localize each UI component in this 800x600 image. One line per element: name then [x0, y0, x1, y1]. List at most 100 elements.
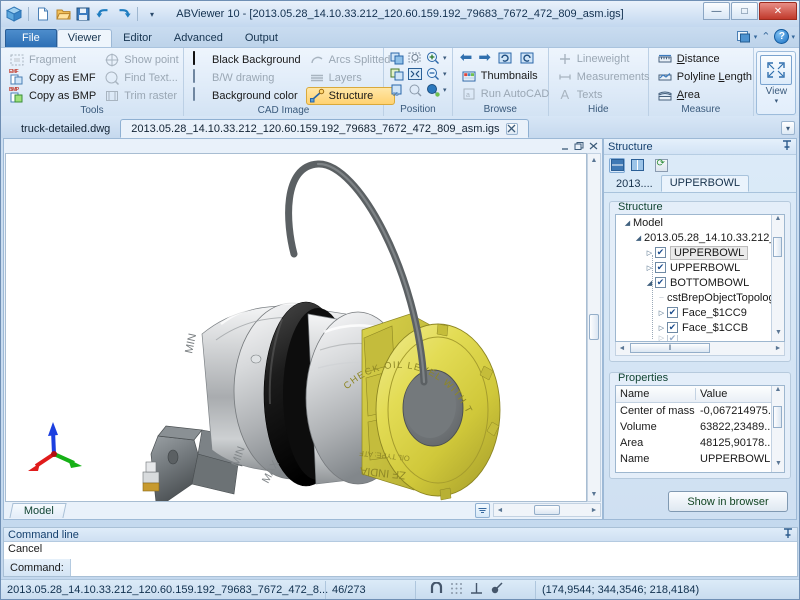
canvas-scroll-right-button[interactable]: ► [588, 507, 600, 514]
minimize-button[interactable]: — [703, 2, 730, 20]
tree-scroll-down-button[interactable]: ▼ [772, 329, 784, 341]
new-file-icon[interactable] [34, 5, 52, 23]
ribbon-item-layers[interactable]: Layers [306, 69, 396, 87]
tab-advanced[interactable]: Advanced [163, 29, 234, 47]
tree-node-partial[interactable]: ▷ ✔ [616, 335, 784, 341]
app-cube-icon[interactable] [5, 5, 23, 23]
prev-arrow-icon[interactable]: ⬅ [460, 50, 473, 66]
structure-panel-pin-icon[interactable] [782, 139, 792, 154]
view-button[interactable]: View ▾ [756, 50, 797, 115]
canvas-hscroll-thumb[interactable] [534, 505, 560, 515]
undo-icon[interactable] [94, 5, 112, 23]
tree-node-face-1cc9[interactable]: ▷ ✔ Face_$1CC9 [616, 305, 784, 320]
tree-twisty-icon[interactable]: ▷ [656, 324, 667, 332]
properties-vertical-scrollbar[interactable]: ▲ ▼ [771, 386, 784, 472]
tree-checkbox[interactable]: ✔ [655, 247, 666, 258]
canvas-vscroll-thumb[interactable] [589, 314, 599, 340]
doc-tab-close-icon[interactable] [505, 122, 518, 135]
tree-twisty-icon[interactable]: ◢ [644, 279, 655, 287]
properties-row[interactable]: Area 48125,90178... [616, 435, 784, 451]
ribbon-item-run-autocad[interactable]: a Run AutoCAD [458, 85, 549, 103]
layout-list-button[interactable] [475, 502, 490, 518]
tree-horizontal-scrollbar[interactable]: ◄ ‖ ► [615, 342, 785, 356]
ribbon-item-show-point[interactable]: Show point [101, 51, 183, 69]
ribbon-item-thumbnails[interactable]: Thumbnails [458, 67, 543, 85]
tree-checkbox[interactable]: ✔ [667, 322, 678, 333]
tree-scroll-left-button[interactable]: ◄ [616, 345, 628, 352]
tree-checkbox[interactable]: ✔ [667, 335, 678, 341]
save-icon[interactable] [74, 5, 92, 23]
ortho-icon[interactable] [470, 582, 483, 598]
reload-all-icon[interactable] [519, 50, 535, 66]
model-layout-tab[interactable]: Model [9, 502, 67, 518]
rotate-icon[interactable]: 35 [389, 82, 405, 98]
tree-node-upperbowl-2[interactable]: ▷ ✔ UPPERBOWL [616, 260, 784, 275]
ribbon-item-texts[interactable]: A Texts [554, 86, 643, 104]
canvas-scroll-left-button[interactable]: ◄ [494, 507, 506, 514]
ribbon-item-black-background[interactable]: Black Background [189, 51, 306, 69]
tree-node-file[interactable]: ◢ 2013.05.28_14.10.33.212_120.6 [616, 230, 784, 245]
tree-checkbox[interactable]: ✔ [655, 277, 666, 288]
zoom-out-icon[interactable] [425, 66, 441, 82]
ribbon-item-polyline-length[interactable]: Polyline Length [654, 68, 752, 86]
reload-icon[interactable] [497, 50, 513, 66]
ribbon-item-distance[interactable]: Distance [654, 50, 748, 68]
ribbon-item-structure[interactable]: Structure [305, 87, 396, 105]
canvas-vertical-scrollbar[interactable]: ▲ ▼ [587, 153, 601, 502]
ribbon-item-find-text[interactable]: Find Text... [101, 69, 183, 87]
drawing-canvas[interactable]: MIN MIN MAX CHECK OIL LEVEL WITH T ZF IN… [5, 153, 587, 502]
tab-file[interactable]: File [5, 29, 57, 47]
tree-node-upperbowl-1[interactable]: ▷ ✔ UPPERBOWL [616, 245, 784, 260]
tree-checkbox[interactable]: ✔ [655, 262, 666, 273]
tree-checkbox[interactable]: ✔ [667, 307, 678, 318]
tree-node-bottombowl[interactable]: ◢ ✔ BOTTOMBOWL [616, 275, 784, 290]
vertical-split-icon[interactable] [629, 158, 645, 173]
tree-twisty-icon[interactable]: ▷ [644, 264, 655, 272]
properties-scroll-down-button[interactable]: ▼ [772, 460, 784, 472]
canvas-scroll-down-button[interactable]: ▼ [588, 488, 600, 501]
tree-node-model[interactable]: ◢ Model [616, 215, 784, 230]
tab-output[interactable]: Output [234, 29, 289, 47]
maximize-button[interactable]: □ [731, 2, 758, 20]
structure-subtab-upperbowl[interactable]: UPPERBOWL [660, 175, 749, 192]
tree-node-cstbrep[interactable]: ┈ cstBrepObjectTopolog [616, 290, 784, 305]
grid-icon[interactable] [450, 582, 463, 598]
osnap-icon[interactable] [430, 580, 443, 598]
properties-vscroll-thumb[interactable] [773, 406, 782, 428]
doc-tab-truck-detailed[interactable]: truck-detailed.dwg [11, 119, 120, 138]
properties-table[interactable]: Name Value Center of mass -0,067214975..… [615, 385, 785, 473]
horizontal-split-icon[interactable] [609, 157, 625, 173]
zoom-out-caret-icon[interactable]: ▾ [443, 70, 447, 78]
canvas-horizontal-scrollbar[interactable]: ◄ ► [493, 503, 601, 517]
mdi-minimize-icon[interactable] [560, 141, 571, 153]
ribbon-item-area[interactable]: Area [654, 86, 748, 104]
ribbon-item-copy-as-emf[interactable]: EMF Copy as EMF [6, 69, 101, 87]
properties-row[interactable]: Center of mass -0,067214975... [616, 403, 784, 419]
mdi-restore-icon[interactable] [574, 141, 585, 153]
redo-icon[interactable] [114, 5, 132, 23]
properties-scroll-up-button[interactable]: ▲ [772, 386, 784, 398]
mdi-close-icon[interactable] [588, 141, 599, 153]
fit-all-icon[interactable] [407, 66, 423, 82]
customize-qat-icon[interactable]: ▾ [143, 5, 161, 23]
structure-subtab-file[interactable]: 2013.... [608, 177, 661, 192]
tree-twisty-icon[interactable]: ▷ [644, 249, 655, 257]
tree-hscroll-thumb[interactable]: ‖ [630, 343, 710, 353]
ribbon-item-measurements[interactable]: Measurements [554, 68, 650, 86]
show-in-browser-button[interactable]: Show in browser [668, 491, 788, 512]
tab-viewer[interactable]: Viewer [56, 29, 113, 47]
zoom-window-icon[interactable] [407, 50, 423, 66]
view-dropdown-caret-icon[interactable]: ▾ [775, 97, 779, 105]
zoom-previous-icon[interactable] [407, 82, 423, 98]
tree-vscroll-thumb[interactable] [773, 237, 782, 257]
open-file-icon[interactable] [54, 5, 72, 23]
tree-scroll-up-button[interactable]: ▲ [772, 215, 784, 227]
tab-editor[interactable]: Editor [112, 29, 163, 47]
structure-tree[interactable]: ◢ Model ◢ 2013.05.28_14.10.33.212_120.6 … [615, 214, 785, 342]
tree-node-face-1ccb[interactable]: ▷ ✔ Face_$1CCB [616, 320, 784, 335]
ribbon-item-copy-as-bmp[interactable]: BMP Copy as BMP [6, 87, 101, 105]
tree-scroll-right-button[interactable]: ► [772, 345, 784, 352]
help-icon[interactable]: ? ▾ [774, 29, 795, 44]
pan-icon[interactable] [389, 50, 405, 66]
command-line-pin-icon[interactable] [783, 527, 793, 542]
